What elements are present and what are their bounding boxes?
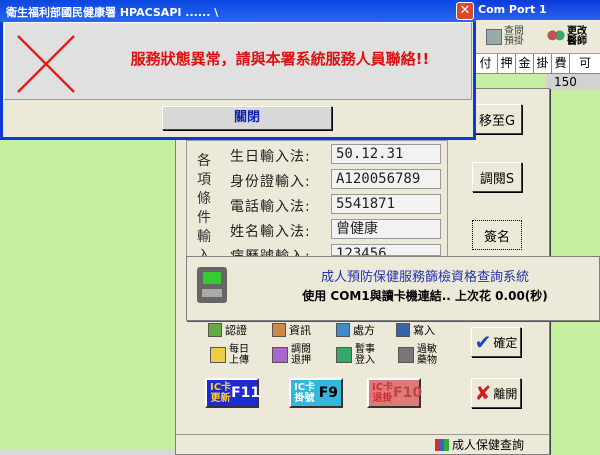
allergy-button[interactable]: 過敏 藥物	[398, 340, 456, 370]
view-refund-label: 調閱 退押	[291, 344, 311, 366]
card-reader-icon	[197, 267, 227, 303]
info-label: 資訊	[289, 324, 311, 337]
temp-login-label: 暫事 登入	[355, 344, 375, 366]
info-icon	[272, 323, 286, 337]
refund-icon	[272, 347, 288, 363]
write-icon	[396, 323, 410, 337]
books-icon	[434, 438, 449, 451]
id-field[interactable]: A120056789	[331, 169, 441, 189]
f10-key-label: F10	[393, 385, 423, 401]
red-x-icon	[17, 35, 75, 93]
temp-login-icon	[336, 347, 352, 363]
column-header[interactable]: 付	[474, 54, 498, 73]
write-button[interactable]: 寫入	[396, 320, 454, 340]
ic-register-button[interactable]: IC卡 掛號 F9	[289, 378, 343, 408]
daily-upload-button[interactable]: 每日 上傳	[210, 340, 268, 370]
ic-update-button[interactable]: IC卡 更新 F11	[205, 378, 261, 408]
red-x-icon: ✘	[474, 381, 492, 405]
status-text: 成人保健查詢	[451, 438, 524, 452]
column-header[interactable]: 掛	[534, 54, 552, 73]
auth-label: 認證	[225, 324, 247, 337]
write-label: 寫入	[413, 324, 435, 337]
ic-update-label: IC卡 更新	[210, 382, 232, 404]
dialog-close-icon[interactable]: ✕	[456, 2, 474, 20]
birthday-label: 生日輸入法:	[230, 149, 311, 165]
close-button[interactable]: 關閉	[162, 106, 332, 130]
table-header: 付 押 金 掛 費 可	[474, 54, 600, 74]
change-doctor-button[interactable]: 更改 醫師	[538, 20, 596, 54]
ic-cancel-button[interactable]: IC卡 退掛 F10	[367, 378, 423, 408]
column-header[interactable]: 費	[552, 54, 570, 73]
name-label: 姓名輸入法:	[230, 224, 311, 240]
book-icon	[486, 29, 502, 45]
record-field[interactable]: 123456	[331, 244, 441, 256]
auth-button[interactable]: 認證	[208, 320, 266, 340]
query-reserve-button[interactable]: 查閱 預掛	[476, 20, 534, 54]
confirm-button[interactable]: ✔ 確定	[471, 327, 521, 357]
column-header[interactable]: 金	[516, 54, 534, 73]
move-to-button[interactable]: 移至G	[472, 104, 522, 134]
change-doctor-label: 更改 醫師	[567, 26, 587, 47]
ic-register-label: IC卡 掛號	[294, 382, 316, 404]
section-label: 各項條件輸入	[197, 153, 211, 264]
column-header[interactable]: 可	[570, 54, 600, 73]
prescription-icon	[336, 323, 350, 337]
prescription-button[interactable]: 處方	[336, 320, 394, 340]
prescription-label: 處方	[353, 324, 375, 337]
f11-key-label: F11	[231, 385, 261, 401]
name-field[interactable]: 曾健康	[331, 219, 441, 239]
bottom-strip	[0, 450, 175, 455]
status-bar: 成人保健查詢	[176, 434, 550, 454]
background-window-title: Com Port 1	[478, 3, 547, 16]
error-message: 服務狀態異常，請與本署系統服務人員聯絡!!	[130, 50, 430, 68]
progress-title: 成人預防保健服務篩檢資格查詢系統	[320, 270, 529, 285]
temp-login-button[interactable]: 暫事 登入	[336, 340, 394, 370]
phone-field[interactable]: 5541871	[331, 194, 441, 214]
info-button[interactable]: 資訊	[272, 320, 330, 340]
doctors-icon	[547, 29, 565, 45]
query-reserve-label: 查閱 預掛	[504, 26, 524, 47]
view-refund-button[interactable]: 調閱 退押	[272, 340, 330, 370]
id-label: 身份證輸入:	[230, 174, 311, 190]
dialog-title: 衛生福利部國民健康署 HPACSAPI ...... \	[6, 6, 219, 19]
record-label: 病歷號輸入:	[230, 246, 330, 256]
table-cell: 150	[546, 74, 600, 90]
sign-button[interactable]: 簽名	[472, 220, 522, 250]
ic-cancel-label: IC卡 退掛	[372, 382, 394, 404]
daily-upload-label: 每日 上傳	[229, 344, 249, 366]
auth-icon	[208, 323, 222, 337]
progress-message: 使用 COM1與讀卡機連結.. 上次花 0.00(秒)	[302, 289, 548, 303]
f9-key-label: F9	[318, 385, 338, 401]
phone-label: 電話輸入法:	[230, 199, 311, 215]
birthday-field[interactable]: 50.12.31	[331, 144, 441, 164]
allergy-icon	[398, 347, 414, 363]
leave-label: 離開	[493, 386, 518, 401]
allergy-label: 過敏 藥物	[417, 344, 437, 366]
upload-icon	[210, 347, 226, 363]
confirm-label: 確定	[493, 335, 518, 350]
check-icon: ✔	[474, 330, 492, 354]
column-header[interactable]: 押	[498, 54, 516, 73]
view-button[interactable]: 調閱S	[472, 162, 522, 192]
leave-button[interactable]: ✘ 離開	[471, 378, 521, 408]
